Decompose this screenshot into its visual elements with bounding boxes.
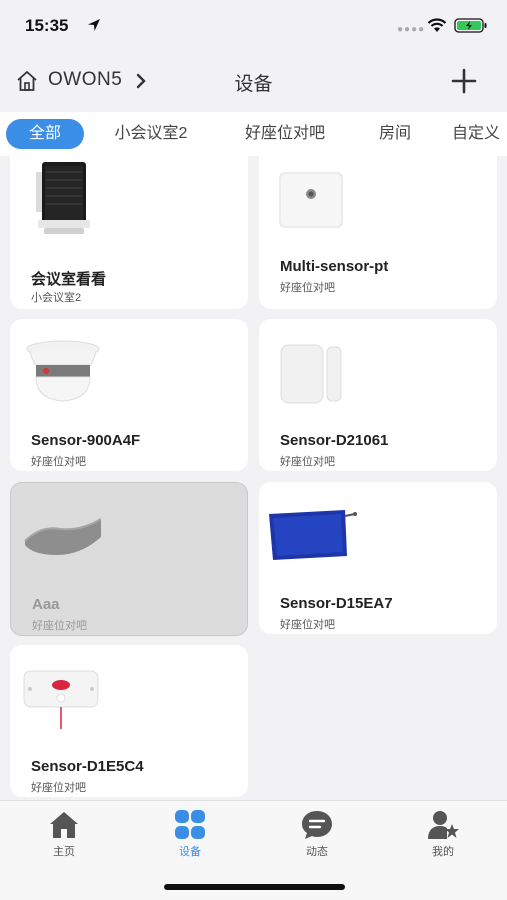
tab-meeting-room-2[interactable]: 小会议室2 — [98, 119, 204, 149]
chat-bubble-icon — [302, 811, 332, 839]
location-arrow-icon — [88, 19, 100, 31]
device-card-6[interactable]: Sensor-D15EA7 好座位对吧 — [259, 482, 497, 634]
device-room: 好座位对吧 — [280, 282, 335, 294]
status-bar: 15:35 ●●●● — [0, 0, 507, 50]
device-room: 好座位对吧 — [31, 456, 86, 468]
device-room: 好座位对吧 — [280, 456, 335, 468]
multi-sensor-icon — [279, 172, 343, 228]
nav-label: 我的 — [432, 846, 454, 858]
nav-label: 设备 — [179, 846, 201, 858]
device-card-7[interactable]: Sensor-D1E5C4 好座位对吧 — [10, 645, 248, 797]
nav-home[interactable]: 主页 — [24, 809, 104, 859]
room-tabs: 全部 小会议室2 好座位对吧 房间 自定义 — [0, 112, 507, 156]
tab-good-seat[interactable]: 好座位对吧 — [232, 119, 338, 149]
device-name: 会议室看看 — [31, 271, 107, 288]
device-grid: 会议室看看 小会议室2 Multi-sensor-pt 好座位对吧 Sensor… — [0, 156, 507, 800]
nav-me[interactable]: 我的 — [403, 809, 483, 859]
tab-room[interactable]: 房间 — [366, 119, 424, 149]
nav-devices[interactable]: 设备 — [150, 809, 230, 859]
door-window-sensor-icon — [280, 344, 342, 404]
device-room: 好座位对吧 — [280, 619, 335, 631]
device-name: Aaa — [32, 596, 60, 613]
gateway-router-icon — [36, 162, 90, 234]
nav-activity[interactable]: 动态 — [277, 809, 357, 859]
tab-all[interactable]: 全部 — [6, 119, 84, 149]
page-title: 设备 — [234, 74, 273, 95]
smoke-detector-icon — [26, 340, 100, 402]
nav-label: 主页 — [53, 846, 75, 858]
home-indicator — [164, 884, 345, 890]
user-star-icon — [428, 811, 459, 839]
device-card-4[interactable]: Sensor-D21061 好座位对吧 — [259, 319, 497, 471]
device-room: 好座位对吧 — [31, 782, 86, 794]
device-name: Sensor-D15EA7 — [280, 595, 393, 612]
battery-charging-icon — [454, 18, 487, 33]
home-filled-icon — [50, 812, 78, 838]
signal-dots-icon: ●●●● — [397, 24, 426, 35]
wifi-icon — [427, 18, 447, 32]
device-name: Sensor-D21061 — [280, 432, 389, 449]
nav-label: 动态 — [306, 846, 328, 858]
device-card-1[interactable]: 会议室看看 小会议室2 — [10, 156, 248, 309]
device-card-3[interactable]: Sensor-900A4F 好座位对吧 — [10, 319, 248, 471]
device-card-5[interactable]: Aaa 好座位对吧 — [10, 482, 248, 636]
device-name: Sensor-900A4F — [31, 432, 141, 449]
curved-panel-icon — [24, 518, 102, 555]
device-room: 好座位对吧 — [32, 620, 87, 632]
tab-custom[interactable]: 自定义 — [452, 119, 507, 149]
status-time: 15:35 — [25, 16, 69, 35]
panic-button-icon — [23, 670, 99, 729]
device-room: 小会议室2 — [31, 292, 82, 304]
device-card-2[interactable]: Multi-sensor-pt 好座位对吧 — [259, 156, 497, 309]
plus-icon[interactable] — [450, 67, 478, 95]
devices-grid-icon — [175, 810, 205, 839]
device-name: Sensor-D1E5C4 — [31, 758, 144, 775]
header: OWON5 设备 — [0, 55, 507, 107]
device-name: Multi-sensor-pt — [280, 258, 389, 275]
bed-pad-sensor-icon — [269, 510, 357, 560]
